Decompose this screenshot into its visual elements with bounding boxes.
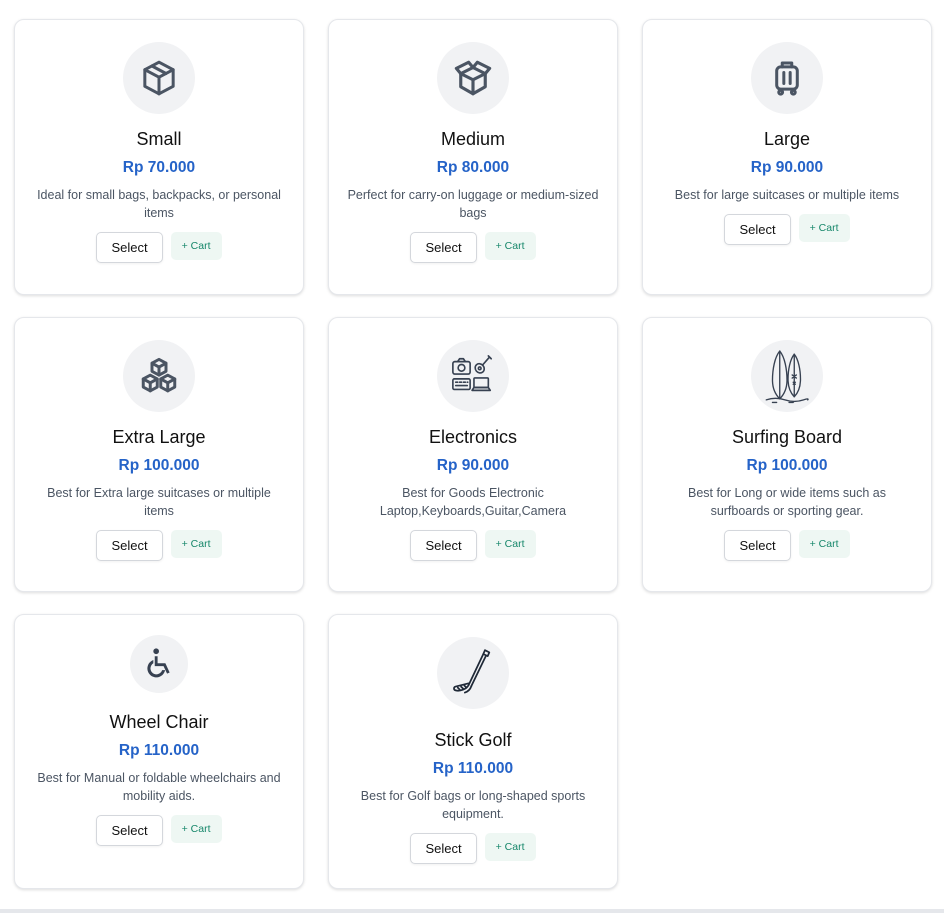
electronics-icon — [437, 340, 509, 412]
card-title: Surfing Board — [731, 427, 843, 447]
card-price: Rp 110.000 — [432, 760, 514, 777]
box-icon — [123, 42, 195, 114]
product-card-extra-large: Extra Large Rp 100.000 Best for Extra la… — [14, 317, 304, 592]
add-to-cart-button[interactable]: + Cart — [798, 214, 850, 242]
card-title: Large — [763, 129, 811, 149]
card-actions: Select + Cart — [410, 530, 536, 561]
card-description: Best for Extra large suitcases or multip… — [47, 486, 271, 518]
card-title: Wheel Chair — [109, 712, 209, 732]
stacked-boxes-icon — [123, 340, 195, 412]
card-actions: Select + Cart — [724, 214, 850, 245]
card-actions: Select + Cart — [410, 833, 536, 864]
page-bottom-divider — [0, 909, 944, 913]
card-description: Best for Manual or foldable wheelchairs … — [37, 771, 281, 803]
select-button[interactable]: Select — [96, 232, 163, 263]
card-title: Medium — [440, 129, 506, 149]
card-description: Best for Long or wide items such as surf… — [687, 486, 886, 518]
card-price: Rp 100.000 — [746, 457, 828, 474]
add-to-cart-button[interactable]: + Cart — [484, 530, 536, 558]
surfboard-icon — [751, 340, 823, 412]
card-actions: Select + Cart — [96, 232, 222, 263]
card-title: Extra Large — [112, 427, 206, 447]
card-description: Best for Golf bags or long-shaped sports… — [360, 789, 586, 821]
card-description: Best for large suitcases or multiple ite… — [674, 188, 900, 202]
select-button[interactable]: Select — [724, 214, 791, 245]
card-price: Rp 70.000 — [122, 159, 196, 176]
card-actions: Select + Cart — [96, 815, 222, 846]
add-to-cart-button[interactable]: + Cart — [170, 530, 222, 558]
card-price: Rp 110.000 — [118, 742, 200, 759]
card-price: Rp 90.000 — [750, 159, 824, 176]
card-price: Rp 80.000 — [436, 159, 510, 176]
card-title: Stick Golf — [434, 730, 512, 750]
card-description: Perfect for carry-on luggage or medium-s… — [347, 188, 599, 220]
add-to-cart-button[interactable]: + Cart — [170, 232, 222, 260]
card-description: Best for Goods Electronic Laptop,Keyboar… — [379, 486, 567, 518]
product-card-small: Small Rp 70.000 Ideal for small bags, ba… — [14, 19, 304, 295]
card-actions: Select + Cart — [410, 232, 536, 263]
select-button[interactable]: Select — [410, 232, 477, 263]
golf-club-icon — [437, 637, 509, 709]
card-price: Rp 90.000 — [436, 457, 510, 474]
select-button[interactable]: Select — [410, 833, 477, 864]
select-button[interactable]: Select — [96, 530, 163, 561]
card-actions: Select + Cart — [96, 530, 222, 561]
select-button[interactable]: Select — [410, 530, 477, 561]
product-card-medium: Medium Rp 80.000 Perfect for carry-on lu… — [328, 19, 618, 295]
open-box-icon — [437, 42, 509, 114]
wheelchair-icon — [130, 635, 188, 693]
card-description: Ideal for small bags, backpacks, or pers… — [37, 188, 281, 220]
select-button[interactable]: Select — [724, 530, 791, 561]
card-title: Electronics — [428, 427, 518, 447]
add-to-cart-button[interactable]: + Cart — [484, 232, 536, 260]
add-to-cart-button[interactable]: + Cart — [170, 815, 222, 843]
add-to-cart-button[interactable]: + Cart — [798, 530, 850, 558]
card-actions: Select + Cart — [724, 530, 850, 561]
add-to-cart-button[interactable]: + Cart — [484, 833, 536, 861]
select-button[interactable]: Select — [96, 815, 163, 846]
suitcase-icon — [751, 42, 823, 114]
product-card-electronics: Electronics Rp 90.000 Best for Goods Ele… — [328, 317, 618, 592]
card-title: Small — [136, 129, 182, 149]
product-card-large: Large Rp 90.000 Best for large suitcases… — [642, 19, 932, 295]
product-card-wheel-chair: Wheel Chair Rp 110.000 Best for Manual o… — [14, 614, 304, 889]
product-card-surfing-board: Surfing Board Rp 100.000 Best for Long o… — [642, 317, 932, 592]
card-price: Rp 100.000 — [118, 457, 200, 474]
product-card-stick-golf: Stick Golf Rp 110.000 Best for Golf bags… — [328, 614, 618, 889]
